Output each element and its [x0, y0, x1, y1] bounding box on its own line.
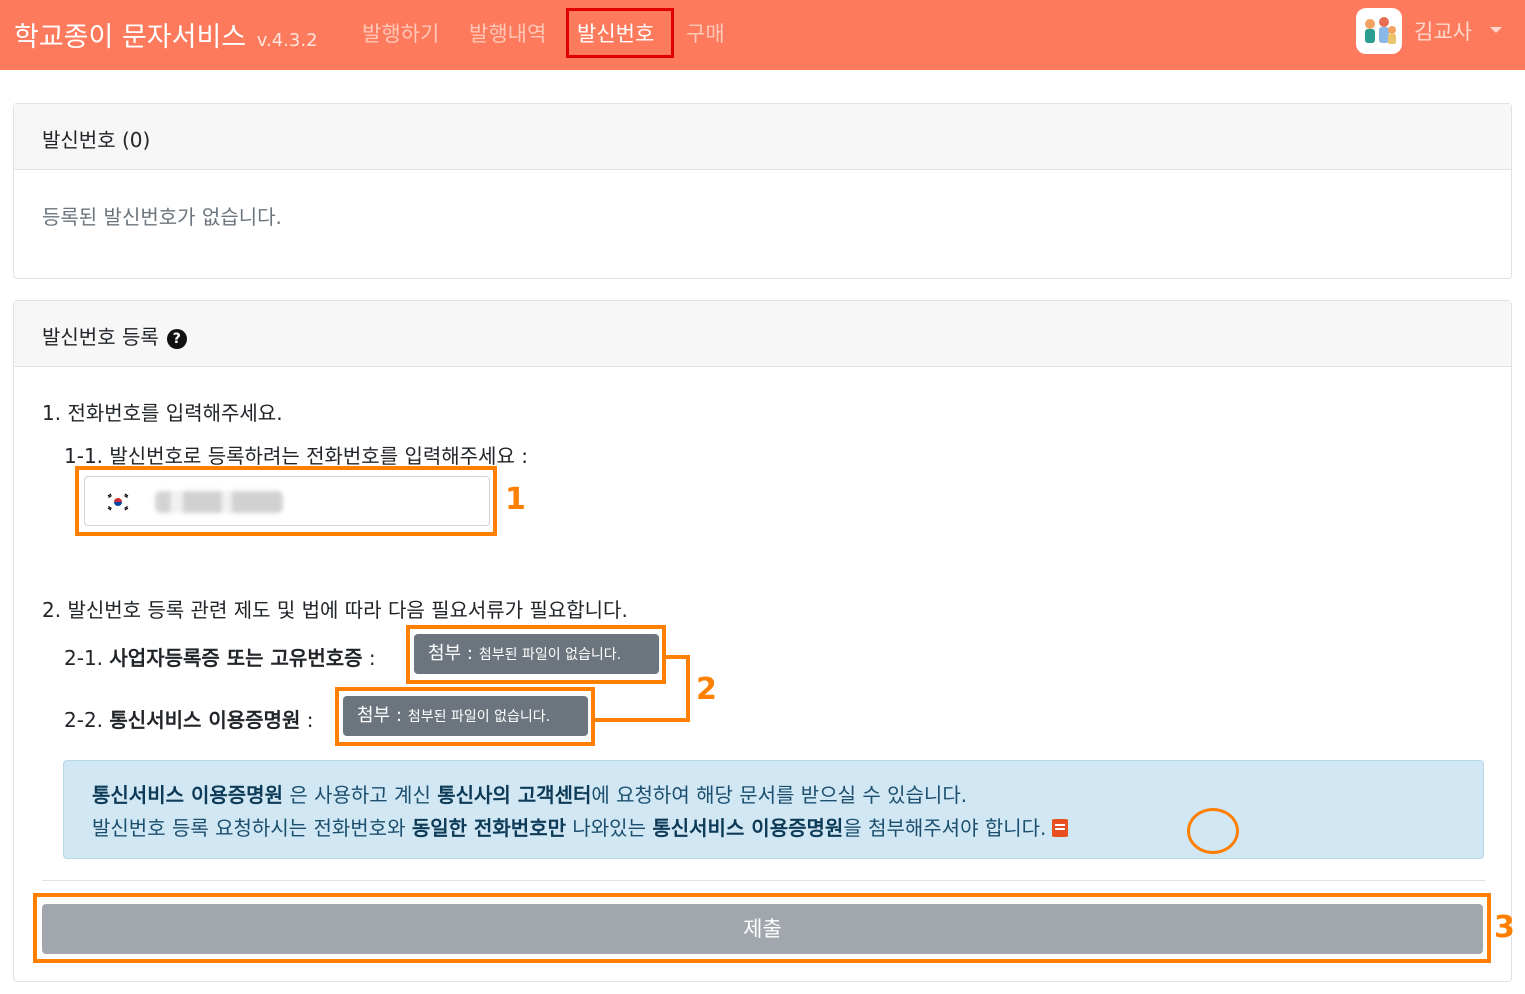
question-circle-icon[interactable]: ? [166, 329, 187, 349]
empty-message: 등록된 발신번호가 없습니다. [42, 205, 282, 229]
annotation-connector [595, 718, 690, 722]
annotation-circle-book [1187, 808, 1239, 854]
annotation-box-2b [335, 687, 595, 746]
info-line-2: 발신번호 등록 요청하시는 전화번호와 동일한 전화번호만 나와있는 통신서비스… [92, 812, 1069, 841]
chevron-down-icon[interactable] [1490, 27, 1502, 33]
step2-label: 2. 발신번호 등록 관련 제도 및 법에 따라 다음 필요서류가 필요합니다. [42, 598, 628, 622]
annotation-box-2a [406, 625, 666, 684]
annotation-number-2: 2 [696, 672, 717, 707]
sender-list-title: 발신번호 (0) [42, 128, 151, 152]
user-avatar[interactable] [1356, 8, 1402, 54]
register-header: 발신번호 등록? [14, 301, 1511, 367]
nav-history[interactable]: 발행내역 [469, 18, 546, 48]
info-alert: 통신서비스 이용증명원 은 사용하고 계신 통신사의 고객센터에 요청하여 해당… [63, 760, 1484, 859]
book-icon[interactable] [1052, 819, 1069, 837]
doc1-label: 2-1. 사업자등록증 또는 고유번호증 : [64, 646, 376, 670]
app-brand[interactable]: 학교종이 문자서비스 v.4.3.2 [14, 15, 318, 54]
annotation-number-1: 1 [505, 482, 526, 517]
version-label: v.4.3.2 [256, 30, 318, 51]
sender-list-header: 발신번호 (0) [14, 104, 1511, 170]
brand-title: 학교종이 문자서비스 [14, 22, 247, 53]
annotation-box-3 [33, 893, 1491, 963]
annotation-number-3: 3 [1494, 910, 1515, 945]
nav-purchase[interactable]: 구매 [686, 18, 725, 48]
top-navbar: 학교종이 문자서비스 v.4.3.2 발행하기 발행내역 발신번호 구매 김교사 [0, 0, 1525, 70]
active-nav-highlight-box [566, 8, 674, 58]
step1-1-label: 1-1. 발신번호로 등록하려는 전화번호를 입력해주세요 : [64, 444, 528, 468]
user-name[interactable]: 김교사 [1414, 16, 1472, 46]
step1-label: 1. 전화번호를 입력해주세요. [42, 401, 283, 425]
annotation-connector [686, 655, 690, 722]
nav-issue[interactable]: 발행하기 [362, 18, 439, 48]
divider [42, 880, 1485, 881]
annotation-box-1 [75, 466, 497, 536]
register-title: 발신번호 등록 [42, 325, 159, 349]
info-line-1: 통신서비스 이용증명원 은 사용하고 계신 통신사의 고객센터에 요청하여 해당… [92, 783, 968, 807]
doc2-label: 2-2. 통신서비스 이용증명원 : [64, 708, 314, 732]
sender-list-card: 발신번호 (0) 등록된 발신번호가 없습니다. [13, 103, 1512, 279]
